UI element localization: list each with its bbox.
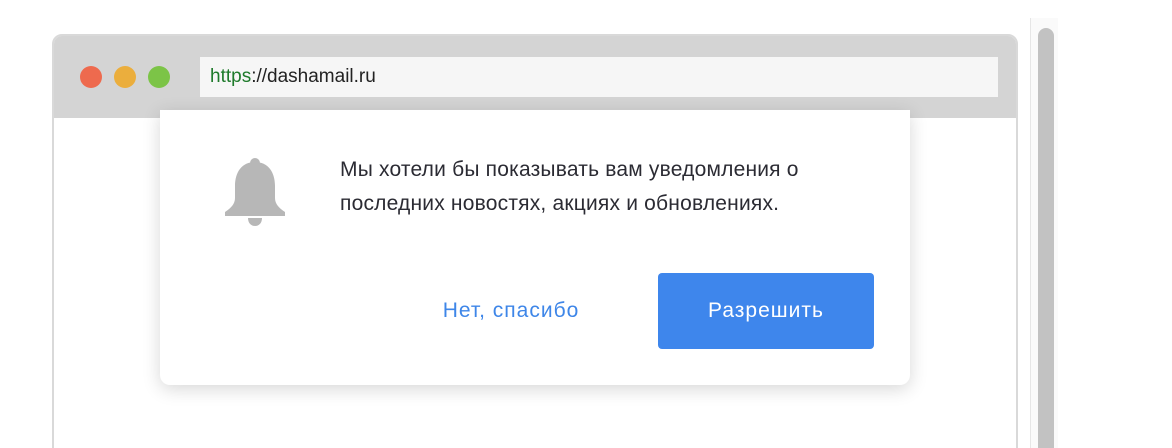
scrollbar-thumb[interactable] [1038, 28, 1054, 448]
bell-icon [225, 158, 285, 226]
allow-button[interactable]: Разрешить [658, 273, 874, 349]
window-close-button[interactable] [80, 66, 102, 88]
url-domain: ://dashamail.ru [251, 66, 376, 87]
window-maximize-button[interactable] [148, 66, 170, 88]
deny-button[interactable]: Нет, спасибо [422, 273, 600, 349]
browser-titlebar: https://dashamail.ru [54, 36, 1016, 118]
address-bar[interactable]: https://dashamail.ru [200, 57, 998, 97]
prompt-message: Мы хотели бы показывать вам уведомления … [340, 158, 799, 215]
url-scheme: https [210, 66, 252, 87]
stage: https://dashamail.ru Мы хотели бы показы… [0, 0, 1172, 448]
notification-prompt: Мы хотели бы показывать вам уведомления … [160, 110, 910, 385]
window-minimize-button[interactable] [114, 66, 136, 88]
